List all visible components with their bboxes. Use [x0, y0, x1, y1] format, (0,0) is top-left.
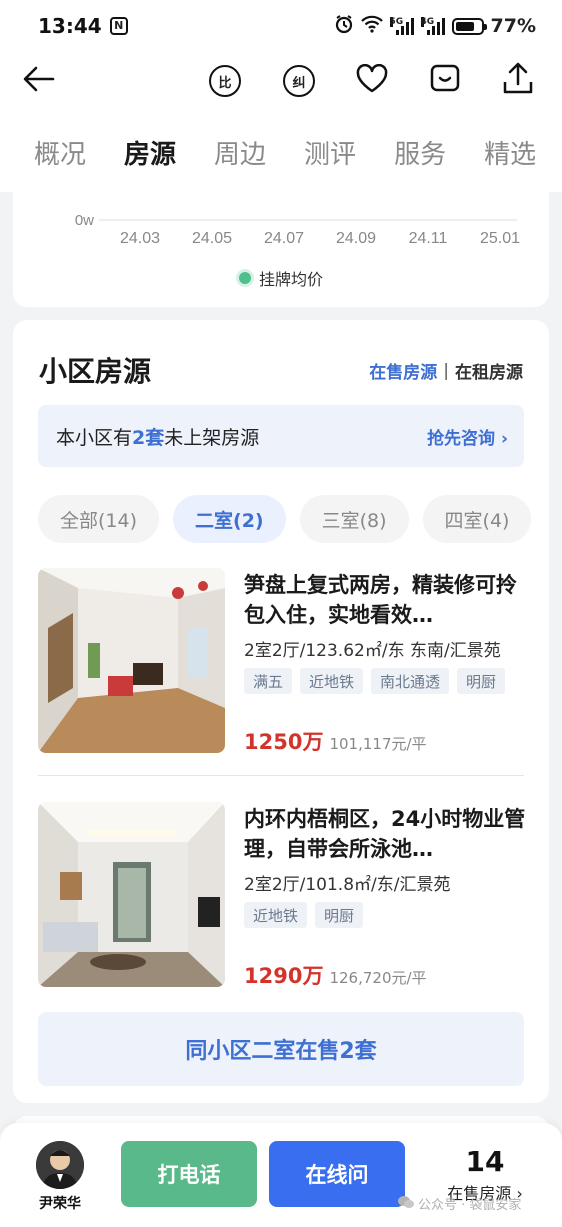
wifi-icon: [360, 15, 383, 37]
divider: [38, 775, 524, 776]
listing-photo: [38, 568, 225, 753]
y-tick-label: 0w: [75, 212, 94, 229]
sale-rent-switch: 在售房源 | 在租房源: [369, 358, 523, 384]
x-tick-label: 25.01: [480, 230, 520, 247]
listing-tag: 明厨: [457, 668, 506, 694]
alarm-icon: [334, 14, 354, 38]
message-smile-icon: [429, 63, 461, 99]
listing-spec: 2室2厅/123.62㎡/东 东南/汇景苑: [244, 641, 501, 661]
share-button[interactable]: [499, 62, 537, 100]
correct-button[interactable]: 纠: [280, 62, 318, 100]
x-tick-label: 24.09: [336, 230, 376, 247]
listing-price: 1250万 101,117元/平: [244, 726, 427, 756]
listing-tag: 明厨: [315, 902, 364, 928]
tab-services[interactable]: 服务: [394, 134, 446, 171]
unlisted-notice: 本小区有2套未上架房源 抢先咨询 ›: [38, 405, 524, 467]
tab-listings[interactable]: 房源: [124, 134, 176, 175]
filter-all[interactable]: 全部(14): [38, 495, 160, 543]
tab-overview[interactable]: 概况: [34, 134, 86, 171]
tab-surroundings[interactable]: 周边: [214, 134, 266, 171]
listing-item[interactable]: 内环内梧桐区，24小时物业管理，自带会所泳池… 2室2厅/101.8㎡/东/汇景…: [38, 802, 526, 990]
room-filter-chips: 全部(14) 二室(2) 三室(8) 四室(4): [38, 495, 532, 543]
filter-2-rooms[interactable]: 二室(2): [173, 495, 286, 543]
listing-tag: 满五: [244, 668, 293, 694]
watermark-text: 公众号 · 袋鼠安家: [418, 1198, 522, 1213]
same-community-more-button[interactable]: 同小区二室在售2套: [38, 1012, 524, 1086]
notice-count: 2套: [132, 426, 165, 449]
price-chart: 0w 24.03 24.05 24.07 24.09 24.11 25.01: [75, 212, 520, 247]
status-icons: 5G 4G 77%: [334, 14, 536, 38]
listing-photo: [38, 802, 225, 987]
online-chat-button[interactable]: 在线问: [269, 1141, 405, 1207]
section-tabs: 概况 房源 周边 测评 服务 精选: [0, 110, 562, 192]
listing-tags: 近地铁 明厨: [244, 902, 364, 928]
tab-featured[interactable]: 精选: [484, 134, 536, 171]
status-bar: 13:44 N 5G 4G 77%: [0, 0, 562, 52]
back-button[interactable]: [20, 62, 58, 100]
unit-price: 126,720元/平: [329, 969, 427, 987]
favorite-button[interactable]: [353, 62, 391, 100]
nfc-icon: N: [109, 17, 128, 35]
chart-legend[interactable]: 挂牌均价: [239, 266, 323, 290]
tab-reviews[interactable]: 测评: [304, 134, 356, 171]
watermark: 公众号 · 袋鼠安家: [398, 1194, 521, 1213]
listing-tag: 近地铁: [244, 902, 308, 928]
wechat-icon: [398, 1195, 414, 1213]
for-rent-link[interactable]: 在租房源: [455, 358, 523, 383]
for-sale-link[interactable]: 在售房源: [369, 358, 437, 383]
x-tick-label: 24.07: [264, 230, 304, 247]
battery-percent: 77%: [490, 15, 536, 37]
notice-text: 本小区有2套未上架房源: [56, 426, 260, 449]
price-chart-card: 0w 24.03 24.05 24.07 24.09 24.11 25.01 挂牌均价: [13, 192, 549, 307]
compare-button[interactable]: 比: [206, 62, 244, 100]
listing-tag: 近地铁: [300, 668, 364, 694]
agent-profile[interactable]: 尹荣华: [30, 1141, 90, 1213]
listing-item[interactable]: 笋盘上复式两房，精装修可拎包入住，实地看效… 2室2厅/123.62㎡/东 东南…: [38, 568, 524, 756]
card-title: 小区房源: [39, 355, 152, 388]
x-tick-label: 24.03: [120, 230, 160, 247]
filter-3-rooms[interactable]: 三室(8): [299, 495, 409, 543]
correct-icon: 纠: [283, 65, 315, 97]
feedback-button[interactable]: [426, 62, 464, 100]
listing-spec: 2室2厅/101.8㎡/东/汇景苑: [244, 875, 451, 895]
compare-icon: 比: [209, 65, 241, 97]
x-tick-label: 24.05: [192, 230, 232, 247]
legend-label: 挂牌均价: [259, 270, 324, 289]
consult-first-link[interactable]: 抢先咨询 ›: [427, 424, 508, 449]
share-icon: [502, 62, 534, 100]
back-arrow-icon: [23, 66, 55, 96]
separator: |: [443, 360, 449, 381]
listing-price: 1290万 126,720元/平: [244, 960, 427, 990]
status-time: 13:44: [38, 14, 102, 38]
agent-name: 尹荣华: [39, 1196, 81, 1212]
call-button[interactable]: 打电话: [121, 1141, 257, 1207]
listing-title: 笋盘上复式两房，精装修可拎包入住，实地看效…: [244, 573, 517, 627]
listing-title: 内环内梧桐区，24小时物业管理，自带会所泳池…: [244, 807, 526, 861]
signal-5g-icon: 5G: [389, 17, 414, 35]
unit-price: 101,117元/平: [329, 735, 427, 753]
filter-4-rooms[interactable]: 四室(4): [422, 495, 532, 543]
total-price: 1290万: [244, 964, 324, 988]
signal-4g-icon: 4G: [420, 17, 445, 35]
listing-tag: 南北通透: [371, 668, 450, 694]
legend-dot-icon: [239, 272, 251, 284]
on-sale-count: 14: [465, 1145, 505, 1178]
listing-tags: 满五 近地铁 南北通透 明厨: [244, 668, 506, 694]
community-listings-card: 小区房源 在售房源 | 在租房源 本小区有2套未上架房源 抢先咨询 › 全部(1…: [13, 320, 549, 1103]
total-price: 1250万: [244, 730, 324, 754]
battery-icon: [451, 17, 487, 35]
heart-icon: [355, 63, 389, 98]
x-tick-label: 24.11: [409, 230, 448, 247]
avatar: [36, 1141, 84, 1189]
nav-bar: 比 纠: [0, 52, 562, 110]
